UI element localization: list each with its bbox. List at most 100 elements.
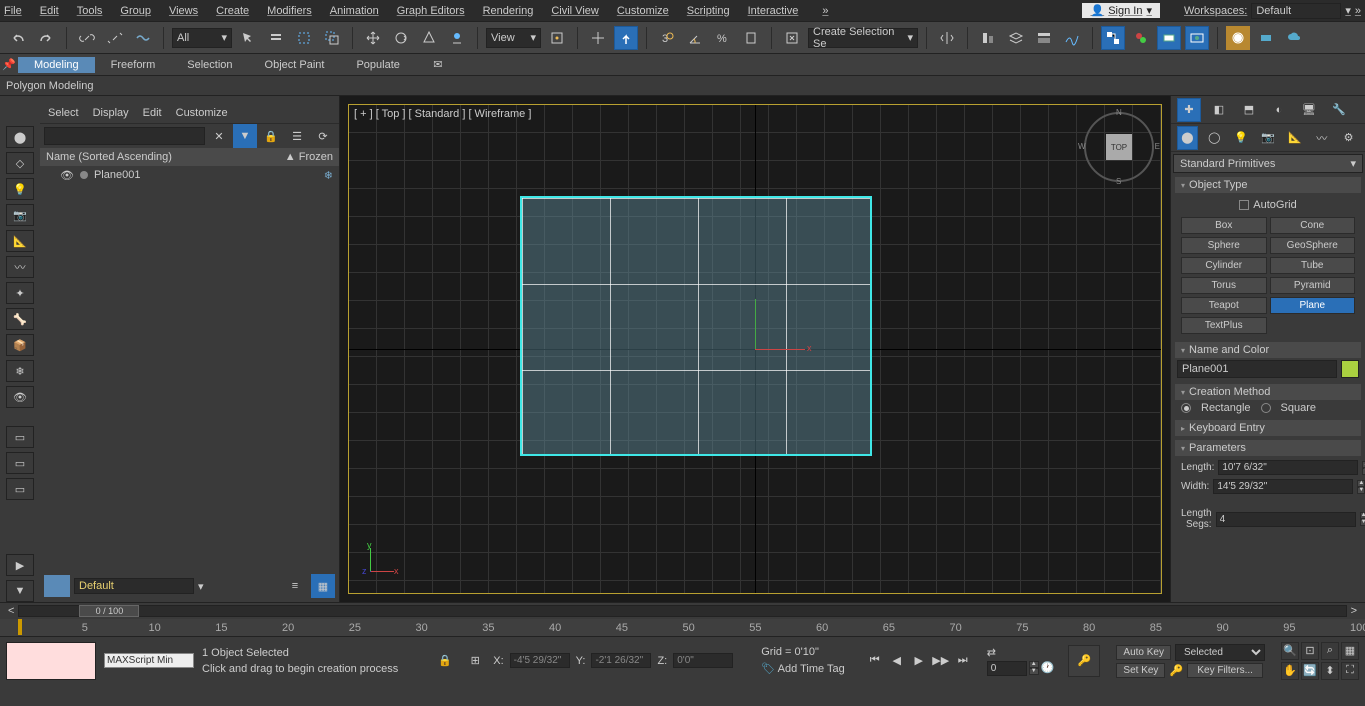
viewport[interactable]: x [ + ] [ Top ] [ Standard ] [ Wireframe…: [340, 96, 1170, 602]
fov-icon[interactable]: ⬍: [1321, 662, 1339, 680]
angle-snap-button[interactable]: [683, 26, 707, 50]
ribbon-mail-icon[interactable]: ✉: [426, 53, 450, 77]
maximize-viewport-icon[interactable]: ⛶: [1341, 662, 1359, 680]
rectangle-radio[interactable]: [1181, 403, 1191, 413]
add-time-tag-button[interactable]: 🏷 Add Time Tag: [761, 662, 844, 675]
square-radio[interactable]: [1261, 403, 1271, 413]
key-set-dropdown[interactable]: Selected: [1175, 644, 1265, 661]
scene-menu-edit[interactable]: Edit: [143, 107, 162, 119]
select-by-name-button[interactable]: [264, 26, 288, 50]
view-cube-face[interactable]: TOP: [1106, 134, 1132, 160]
menu-file[interactable]: File: [4, 5, 22, 17]
systems-category-icon[interactable]: ⚙: [1338, 126, 1359, 150]
layer-manager-icon[interactable]: ≡: [283, 574, 307, 598]
geosphere-button[interactable]: GeoSphere: [1270, 237, 1356, 254]
goto-end-icon[interactable]: ⏭: [953, 651, 973, 671]
use-pivot-center-button[interactable]: [545, 26, 569, 50]
maxscript-mini-input[interactable]: [104, 653, 194, 668]
unlink-button[interactable]: [103, 26, 127, 50]
menu-create[interactable]: Create: [216, 5, 249, 17]
menu-civil-view[interactable]: Civil View: [551, 5, 598, 17]
pyramid-button[interactable]: Pyramid: [1270, 277, 1356, 294]
percent-snap-button[interactable]: %: [711, 26, 735, 50]
menu-customize[interactable]: Customize: [617, 5, 669, 17]
display-spacewarps-icon[interactable]: 〰: [6, 256, 34, 278]
orbit-icon[interactable]: 🔄: [1301, 662, 1319, 680]
named-selection-dropdown[interactable]: Create Selection Se▾: [808, 28, 918, 48]
menu-animation[interactable]: Animation: [330, 5, 379, 17]
rollout-header-creation[interactable]: Creation Method: [1175, 384, 1361, 400]
teapot-button[interactable]: Teapot: [1181, 297, 1267, 314]
render-setup-button[interactable]: [1157, 26, 1181, 50]
chevron-down-icon[interactable]: ▾: [198, 580, 204, 593]
scene-menu-select[interactable]: Select: [48, 107, 79, 119]
display-tab-icon[interactable]: 🖥: [1297, 98, 1321, 122]
key-filters-icon[interactable]: 🔑: [1169, 664, 1183, 677]
length-segs-spinner[interactable]: ▲▼: [1360, 512, 1365, 526]
lights-category-icon[interactable]: 💡: [1231, 126, 1252, 150]
sign-in-button[interactable]: 👤 Sign In ▾: [1082, 3, 1159, 18]
y-input[interactable]: [591, 653, 651, 668]
ribbon-tab-freeform[interactable]: Freeform: [95, 57, 172, 73]
display-helpers-icon[interactable]: 📐: [6, 230, 34, 252]
cameras-category-icon[interactable]: 📷: [1258, 126, 1279, 150]
edit-named-sel-button[interactable]: [780, 26, 804, 50]
menu-overflow-icon[interactable]: »: [822, 5, 828, 17]
menu-tools[interactable]: Tools: [77, 5, 103, 17]
lock-selection-icon[interactable]: 🔒: [433, 649, 457, 673]
cylinder-button[interactable]: Cylinder: [1181, 257, 1267, 274]
rollout-header-name-color[interactable]: Name and Color: [1175, 342, 1361, 358]
mini-listener[interactable]: [6, 642, 96, 680]
viewport-label[interactable]: [ + ] [ Top ] [ Standard ] [ Wireframe ]: [354, 108, 531, 120]
menu-interactive[interactable]: Interactive: [748, 5, 799, 17]
chevron-down-icon[interactable]: ▾: [1345, 4, 1351, 17]
view-cube[interactable]: TOP N S W E: [1084, 112, 1154, 182]
display-geometry-icon[interactable]: ⬤: [6, 126, 34, 148]
ribbon-tab-object-paint[interactable]: Object Paint: [249, 57, 341, 73]
width-input[interactable]: [1213, 479, 1353, 494]
align-button[interactable]: [976, 26, 1000, 50]
display-invert-icon[interactable]: ▭: [6, 478, 34, 500]
ribbon-tab-selection[interactable]: Selection: [171, 57, 248, 73]
key-filters-button[interactable]: Key Filters...: [1187, 663, 1263, 678]
display-none-icon[interactable]: ▭: [6, 452, 34, 474]
textplus-button[interactable]: TextPlus: [1181, 317, 1267, 334]
width-spinner[interactable]: ▲▼: [1357, 480, 1365, 494]
bind-spacewarp-button[interactable]: [131, 26, 155, 50]
motion-tab-icon[interactable]: ◐: [1267, 98, 1291, 122]
render-production-button[interactable]: [1226, 26, 1250, 50]
view-options-icon[interactable]: ☰: [285, 124, 309, 148]
torus-button[interactable]: Torus: [1181, 277, 1267, 294]
display-particles-icon[interactable]: ✦: [6, 282, 34, 304]
pan-icon[interactable]: ✋: [1281, 662, 1299, 680]
length-segs-input[interactable]: [1216, 512, 1356, 527]
prev-frame-icon[interactable]: ◀: [887, 651, 907, 671]
filter-icon[interactable]: ▼: [6, 580, 34, 602]
next-frame-icon[interactable]: ▶▶: [931, 651, 951, 671]
visibility-icon[interactable]: 👁: [60, 169, 74, 182]
utilities-tab-icon[interactable]: 🔧: [1327, 98, 1351, 122]
schematic-view-button[interactable]: [1101, 26, 1125, 50]
lock-icon[interactable]: 🔒: [259, 124, 283, 148]
geometry-category-icon[interactable]: ⬤: [1177, 126, 1198, 150]
keyboard-shortcut-toggle[interactable]: [614, 26, 638, 50]
set-key-big-button[interactable]: 🔑: [1068, 645, 1100, 677]
display-shapes-icon[interactable]: ◇: [6, 152, 34, 174]
shapes-category-icon[interactable]: ◯: [1204, 126, 1225, 150]
select-window-crossing-button[interactable]: [320, 26, 344, 50]
render-frame-button[interactable]: [1185, 26, 1209, 50]
snap-toggle-button[interactable]: 3: [655, 26, 679, 50]
mirror-button[interactable]: [935, 26, 959, 50]
absolute-mode-icon[interactable]: ⊞: [463, 649, 487, 673]
goto-start-icon[interactable]: ⏮: [865, 651, 885, 671]
scene-search-input[interactable]: [44, 127, 205, 145]
clear-search-icon[interactable]: ✕: [207, 124, 231, 148]
material-editor-button[interactable]: [1129, 26, 1153, 50]
play-icon[interactable]: ▶: [909, 651, 929, 671]
set-key-button[interactable]: Set Key: [1116, 663, 1165, 678]
menu-modifiers[interactable]: Modifiers: [267, 5, 312, 17]
link-button[interactable]: [75, 26, 99, 50]
layer-props-icon[interactable]: ▦: [311, 574, 335, 598]
ribbon-pin-icon[interactable]: 📌: [0, 53, 18, 77]
render-iterative-button[interactable]: [1254, 26, 1278, 50]
